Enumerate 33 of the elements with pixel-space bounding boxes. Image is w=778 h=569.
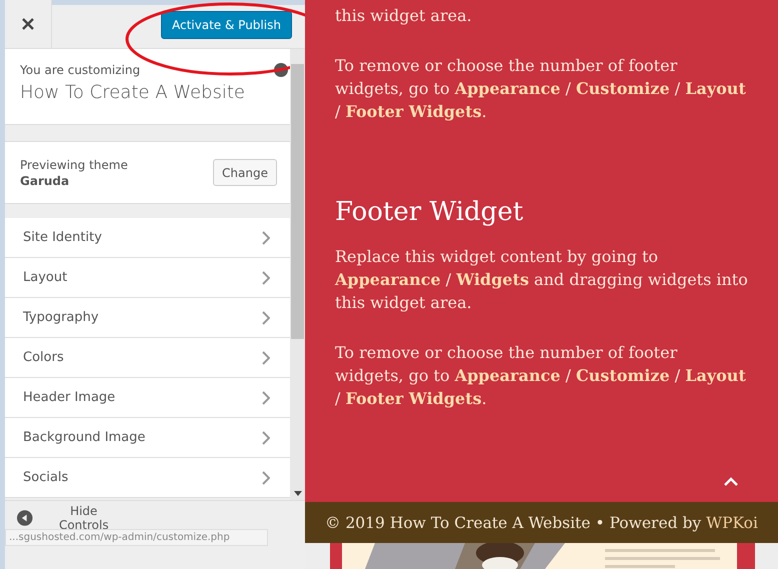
widget-paragraph: To remove or choose the number of footer widgets, go to Appearance / Customize / Layout / Footer Widgets. bbox=[335, 55, 747, 123]
status-url: ...sgushosted.com/wp-admin/customize.php bbox=[5, 529, 268, 546]
widget-paragraph: Replace this widget content by going to Appearance / Widgets and dragging widgets into this widget area. bbox=[335, 246, 749, 314]
credit-link[interactable]: WPKoi bbox=[706, 514, 758, 532]
chevron-right-icon bbox=[262, 430, 270, 444]
section-item[interactable]: Typography bbox=[5, 298, 290, 338]
change-button[interactable]: Change bbox=[213, 159, 277, 186]
theme-name: Garuda bbox=[20, 174, 70, 188]
chevron-right-icon bbox=[262, 470, 270, 484]
section-item[interactable]: Colors bbox=[5, 338, 290, 378]
widget-paragraph: To remove or choose the number of footer widgets, go to Appearance / Customize / Layout / Footer Widgets. bbox=[335, 342, 747, 410]
chevron-right-icon bbox=[262, 230, 270, 244]
site-title: How To Create A Website bbox=[20, 82, 246, 103]
section-item[interactable]: Background Image bbox=[5, 418, 290, 458]
section-item[interactable]: Site Identity bbox=[5, 218, 290, 258]
theme-label: Previewing theme bbox=[20, 158, 128, 172]
collapse-icon bbox=[17, 510, 33, 526]
copyright-text: © 2019 How To Create A Website • Powered by bbox=[325, 514, 702, 532]
section-item[interactable]: Socials bbox=[5, 458, 290, 498]
scrollbar[interactable] bbox=[290, 49, 305, 500]
section-item[interactable]: Header Image bbox=[5, 378, 290, 418]
publish-button[interactable]: Activate & Publish bbox=[161, 10, 292, 38]
chevron-right-icon bbox=[262, 310, 270, 324]
chevron-right-icon bbox=[262, 390, 270, 404]
section-item[interactable]: Layout bbox=[5, 258, 290, 298]
chevron-right-icon bbox=[262, 350, 270, 364]
widget-heading: Footer Widget bbox=[335, 197, 524, 227]
chevron-right-icon bbox=[262, 270, 270, 284]
scroll-up-icon[interactable] bbox=[724, 477, 738, 486]
close-icon bbox=[22, 18, 34, 30]
close-button[interactable] bbox=[5, 0, 52, 48]
widget-paragraph: this widget area. bbox=[335, 5, 473, 27]
customizing-label: You are customizing bbox=[20, 63, 140, 77]
